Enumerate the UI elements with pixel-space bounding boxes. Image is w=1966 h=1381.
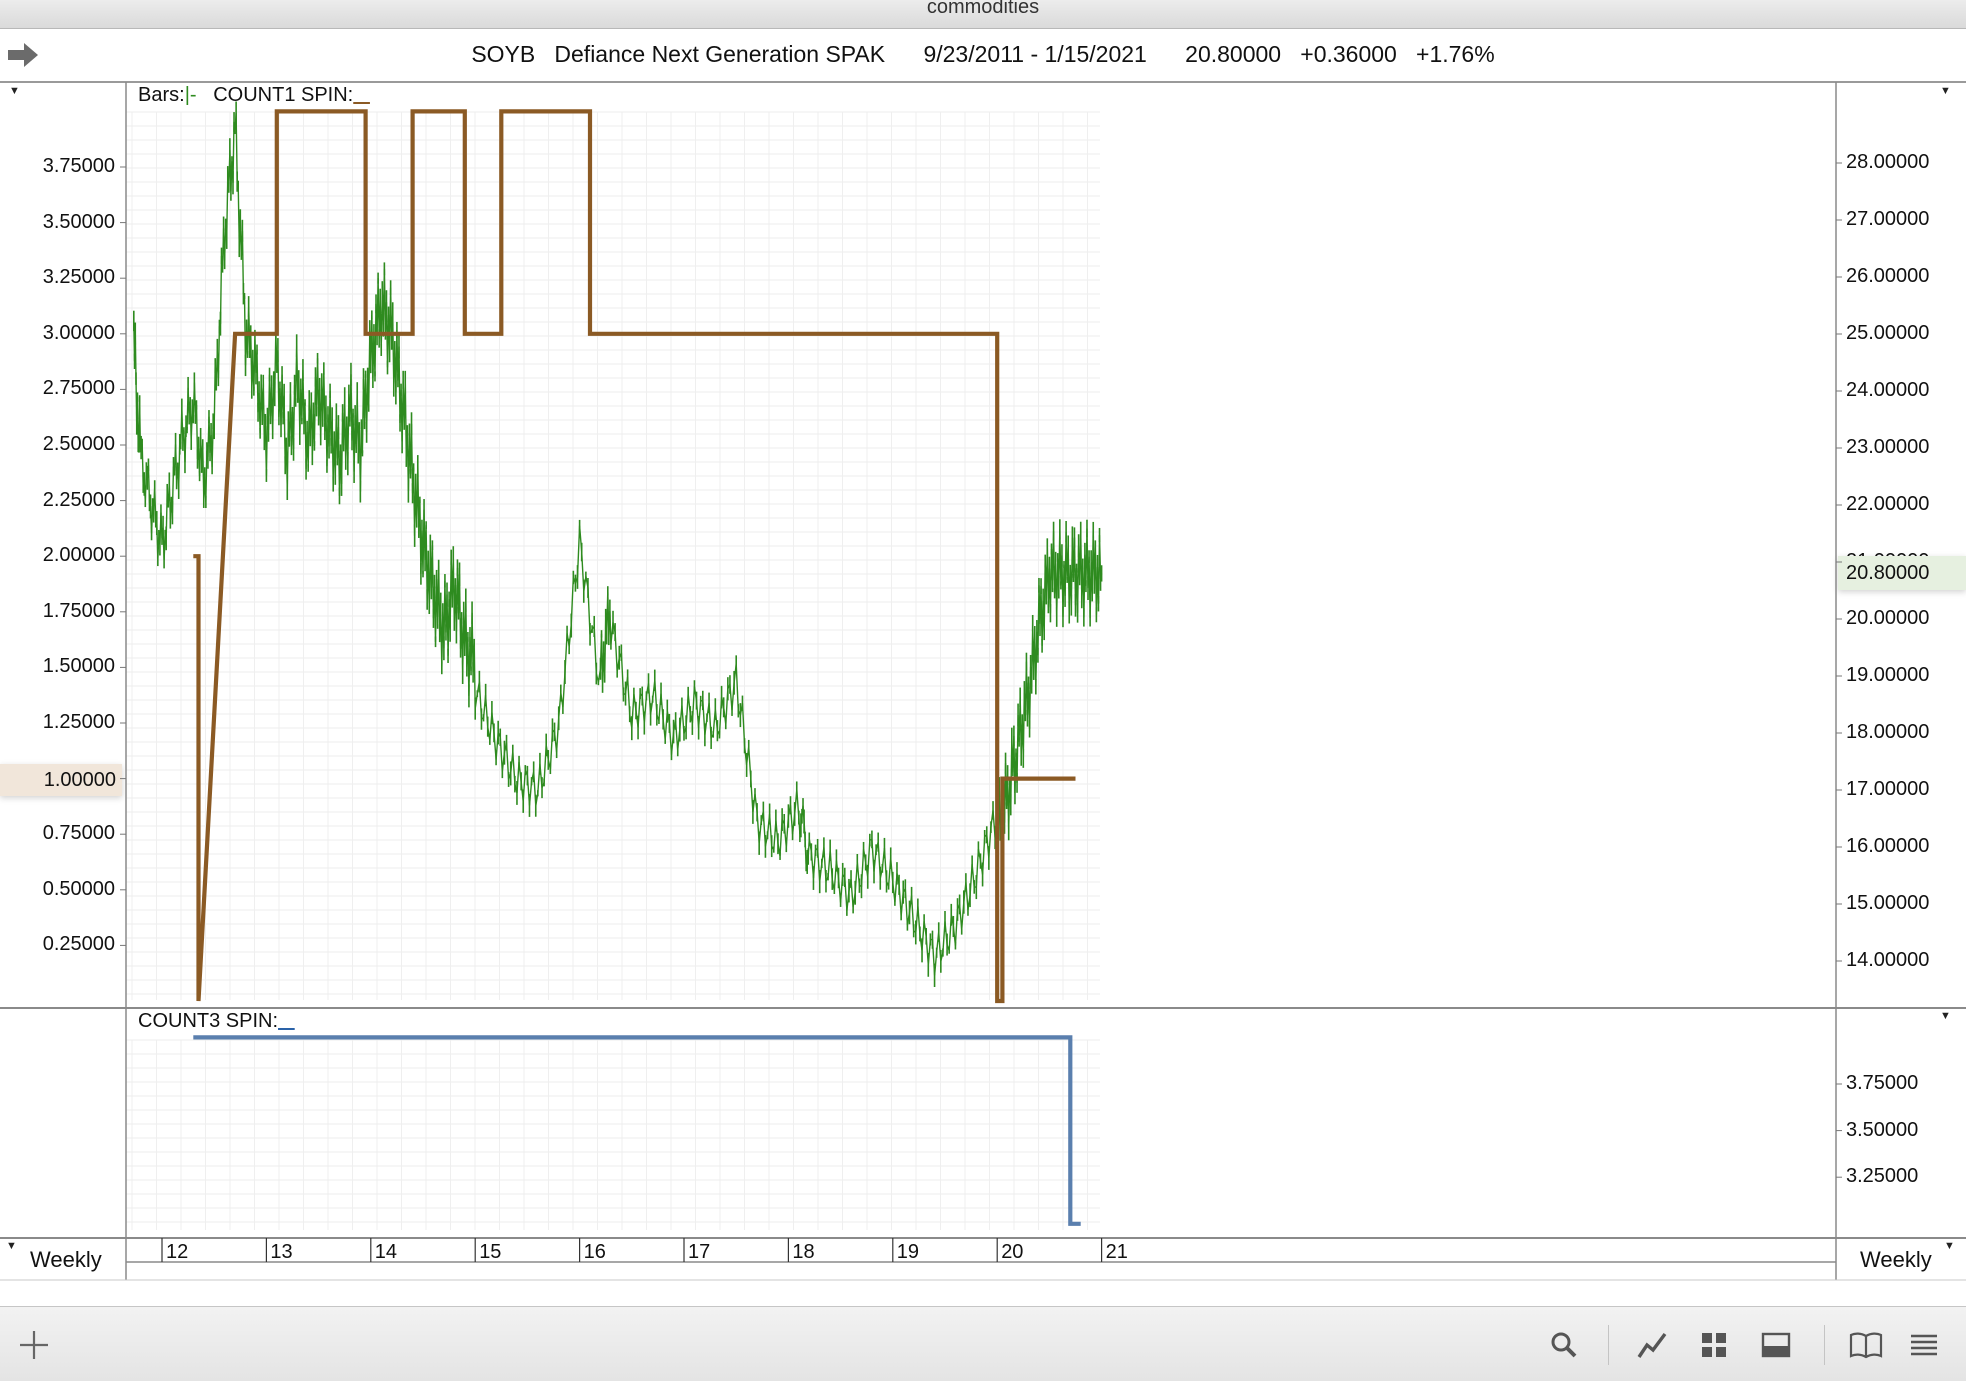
panel-borders <box>0 82 1966 1281</box>
year-label: 14 <box>375 1241 397 1263</box>
year-label: 15 <box>479 1241 501 1263</box>
year-label: 18 <box>792 1241 814 1263</box>
year-label: 21 <box>1106 1241 1128 1263</box>
toolbar-separator <box>1608 1325 1609 1365</box>
year-label: 17 <box>688 1241 710 1263</box>
main-grid <box>126 111 1100 1000</box>
chart-line-icon[interactable] <box>1632 1325 1672 1365</box>
add-icon[interactable] <box>14 1325 54 1365</box>
lower-grid <box>126 1039 1100 1230</box>
list-menu-icon[interactable] <box>1904 1325 1944 1365</box>
bottom-toolbar <box>0 1306 1966 1381</box>
search-icon[interactable] <box>1544 1325 1584 1365</box>
book-icon[interactable] <box>1846 1325 1886 1365</box>
period-label-left[interactable]: Weekly <box>30 1247 102 1273</box>
chart-area[interactable]: 12 13 14 15 16 17 18 19 20 21 <box>0 0 1966 1300</box>
year-label: 19 <box>897 1241 919 1263</box>
panel-layout-icon[interactable] <box>1756 1325 1796 1365</box>
count3-series-line <box>193 1035 1081 1226</box>
year-label: 16 <box>584 1241 606 1263</box>
grid-layout-icon[interactable] <box>1694 1325 1734 1365</box>
year-label: 12 <box>166 1241 188 1263</box>
time-axis: 12 13 14 15 16 17 18 19 20 21 <box>161 1238 1128 1263</box>
toolbar-separator-2 <box>1824 1325 1825 1365</box>
year-label: 20 <box>1001 1241 1023 1263</box>
period-label-right[interactable]: Weekly <box>1860 1247 1932 1273</box>
year-label: 13 <box>270 1241 292 1263</box>
